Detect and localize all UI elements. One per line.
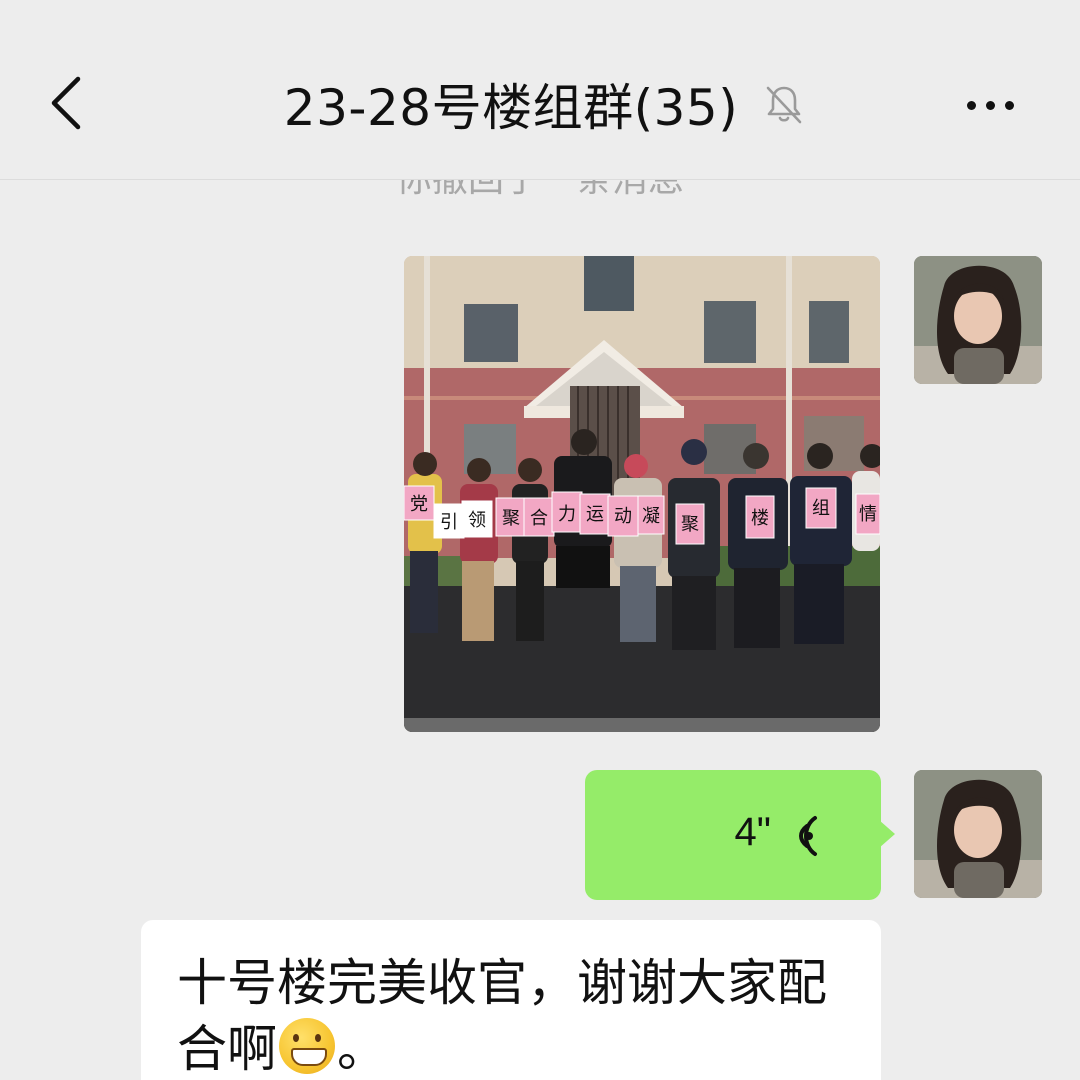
more-options-button[interactable] (950, 90, 1030, 120)
image-message[interactable]: 党 引 领 聚 合 力 运 动 凝 聚 楼 组 情 (404, 256, 880, 732)
sign-char: 合 (530, 508, 548, 529)
sign-char: 运 (586, 504, 604, 525)
chat-photo: 党 引 领 聚 合 力 运 动 凝 聚 楼 组 情 (404, 256, 880, 732)
sign-char: 凝 (642, 506, 660, 527)
sign-char: 力 (558, 504, 576, 525)
avatar-photo (914, 770, 1042, 898)
sign-char: 引 (440, 512, 458, 533)
grinning-face-emoji (279, 1018, 335, 1074)
text-message[interactable]: 十号楼完美收官，谢谢大家配合啊。 (141, 920, 881, 1080)
ellipsis-icon-dot (1004, 100, 1014, 110)
chat-title-bar: 23-28号楼组群(35) (0, 68, 1080, 140)
voice-wave-icon (799, 816, 817, 856)
message-text: 十号楼完美收官，谢谢大家配合啊 (177, 954, 827, 1078)
chat-header: 23-28号楼组群(35) (0, 0, 1080, 180)
ellipsis-icon (966, 100, 976, 110)
bell-off-icon (766, 86, 802, 124)
self-avatar[interactable] (914, 770, 1042, 898)
sign-char: 聚 (681, 514, 699, 535)
sign-char: 领 (468, 510, 486, 531)
sign-char: 党 (410, 494, 428, 515)
sign-char: 情 (859, 504, 877, 525)
voice-duration: 4" (734, 810, 771, 854)
sign-char: 动 (614, 506, 632, 527)
voice-message[interactable]: 4" (585, 770, 895, 900)
sign-char: 聚 (502, 508, 520, 529)
ellipsis-icon-dot (985, 100, 995, 110)
self-avatar[interactable] (914, 256, 1042, 384)
chat-title: 23-28号楼组群(35) (283, 79, 739, 137)
message-text-end: 。 (337, 1020, 387, 1078)
avatar-photo (914, 256, 1042, 384)
sign-char: 组 (812, 498, 830, 519)
sign-char: 楼 (751, 508, 769, 529)
